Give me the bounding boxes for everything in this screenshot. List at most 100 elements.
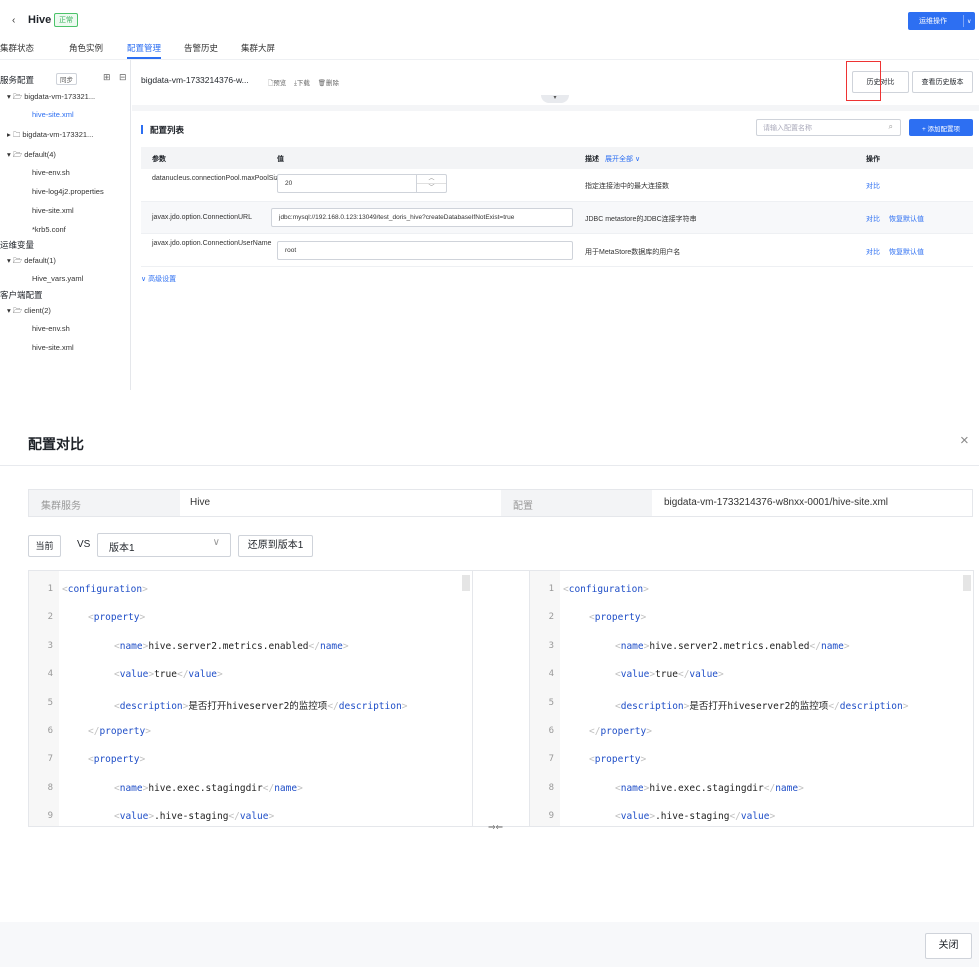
ops-button-label[interactable]: 运维操作 (908, 16, 963, 26)
tab-cluster-dashboard[interactable]: 集群大屏 (241, 42, 275, 54)
collapse-toggle-icon[interactable]: ▾ (541, 95, 569, 103)
code-line: 3 <name>hive.server2.metrics.enabled</nam… (29, 632, 472, 660)
line-number: 1 (548, 584, 554, 594)
sync-button[interactable]: 同步 (56, 73, 77, 85)
add-config-item-button[interactable]: + 添加配置项 (909, 119, 973, 136)
delete-link[interactable]: 🗑删除 (318, 80, 339, 87)
tree-file-log4j2[interactable]: hive-log4j2.properties (32, 187, 104, 196)
tree-file-hive-vars[interactable]: Hive_vars.yaml (32, 274, 83, 283)
expand-all-link[interactable]: 展开全部 ∨ (605, 156, 640, 163)
section-separator (132, 105, 979, 111)
annotation-highlight-box (846, 61, 881, 101)
tree-file-client-hive-site[interactable]: hive-site.xml (32, 343, 74, 352)
cluster-service-label: 集群服务 (29, 490, 180, 516)
tab-alert-history[interactable]: 告警历史 (184, 42, 218, 54)
config-search-input[interactable]: 请输入配置名称 ⌕ (756, 119, 901, 136)
code-text: <name>hive.server2.metrics.enabled</name… (114, 640, 349, 652)
code-line: 4 <value>true</value> (29, 660, 472, 688)
column-header-desc: 描述 展开全部 ∨ (585, 154, 640, 164)
stepper-down-icon[interactable]: ﹀ (417, 184, 446, 193)
tree-file-hive-site[interactable]: hive-site.xml (32, 206, 74, 215)
tree-file-hive-env[interactable]: hive-env.sh (32, 168, 70, 177)
line-number: 4 (47, 669, 53, 680)
param-description: 指定连接池中的最大连接数 (585, 183, 669, 190)
line-number: 1 (47, 584, 53, 594)
code-text: <name>hive.exec.stagingdir</name> (114, 782, 303, 794)
value-text: jdbc:mysql://192.168.0.123:13049/test_do… (279, 214, 515, 221)
code-line: 7 <property> (530, 745, 973, 773)
tab-config-management[interactable]: 配置管理 (127, 42, 161, 54)
code-text: <name>hive.exec.stagingdir</name> (615, 782, 804, 794)
close-button[interactable]: 关闭 (925, 933, 972, 959)
line-number: 2 (47, 612, 53, 623)
close-icon[interactable]: × (960, 432, 969, 449)
code-text: <name>hive.server2.metrics.enabled</name… (615, 640, 850, 652)
diff-pane-version[interactable]: 1 <configuration> 2 <property> 3 <name>hive.s… (529, 570, 974, 827)
chevron-down-icon[interactable]: ∨ (213, 537, 220, 548)
code-line: 6 </property> (29, 717, 472, 745)
line-number: 5 (548, 697, 554, 708)
compare-link[interactable]: 对比 (866, 247, 880, 257)
tree-node-client[interactable]: ▾ 🗁 client(2) (7, 305, 51, 318)
line-number: 9 (47, 811, 53, 822)
tree-file-hive-site-selected[interactable]: hive-site.xml (32, 110, 74, 119)
code-text: <description>是否打开hiveserver2的监控项</descri… (114, 700, 408, 712)
merge-arrows-icon[interactable]: ⇒⇐ (488, 822, 503, 833)
restore-version-button[interactable]: 还原到版本1 (238, 535, 313, 557)
param-name: javax.jdo.option.ConnectionURL (152, 214, 253, 221)
code-line: 6 </property> (530, 717, 973, 745)
tree-node-ops-default[interactable]: ▾ 🗁 default(1) (7, 255, 56, 268)
modal-title: 配置对比 (28, 436, 84, 452)
restore-default-link[interactable]: 恢复默认值 (889, 247, 924, 257)
config-value: bigdata-vm-1733214376-w8nxx-0001/hive-si… (664, 497, 889, 508)
table-row: javax.jdo.option.ConnectionUserName root… (141, 234, 973, 267)
quantity-stepper[interactable]: ︿ ﹀ (416, 175, 446, 192)
param-name: datanucleus.connectionPool.maxPoolSize (152, 175, 283, 182)
value-input[interactable]: jdbc:mysql://192.168.0.123:13049/test_do… (271, 208, 573, 227)
desc-label: 描述 (585, 156, 599, 163)
preview-link[interactable]: 🗋预览 (268, 80, 286, 87)
code-line: 9 <value>.hive-staging</value> (530, 802, 973, 826)
code-line: 1 <configuration> (29, 575, 472, 603)
param-description: JDBC metastore的JDBC连接字符串 (585, 216, 697, 223)
tree-node-host-1[interactable]: ▾ 🗁 bigdata-vm-173321... (7, 91, 95, 104)
ops-dropdown-button[interactable]: 运维操作 ∨ (908, 12, 975, 30)
view-history-button[interactable]: 查看历史版本 (912, 71, 973, 93)
code-line: 3 <name>hive.server2.metrics.enabled</nam… (530, 632, 973, 660)
value-input[interactable]: root (277, 241, 573, 260)
tree-node-host-2[interactable]: ▸ 🗀 bigdata-vm-173321... (7, 129, 93, 142)
status-badge: 正常 (54, 13, 78, 27)
download-link[interactable]: ⤓下载 (294, 80, 310, 87)
modal-header-divider (0, 465, 979, 466)
code-text: </property> (88, 726, 151, 737)
column-header-param: 参数 (152, 156, 166, 163)
value-stepper-input[interactable]: 20 ︿ ﹀ (277, 174, 447, 193)
tab-cluster-status[interactable]: 集群状态 (0, 42, 34, 54)
tree-file-client-hive-env[interactable]: hive-env.sh (32, 324, 70, 333)
code-text: <property> (589, 754, 647, 766)
back-icon[interactable]: ‹ (12, 15, 15, 26)
code-text: <configuration> (62, 584, 148, 595)
line-number: 6 (548, 726, 554, 736)
compare-link[interactable]: 对比 (866, 181, 880, 191)
chevron-down-icon[interactable]: ∨ (964, 18, 971, 25)
tab-role-instances[interactable]: 角色实例 (69, 42, 103, 54)
table-row: datanucleus.connectionPool.maxPoolSize 2… (141, 169, 973, 202)
code-line: 1 <configuration> (530, 575, 973, 603)
advanced-settings-toggle[interactable]: ∨ 高级设置 (141, 274, 176, 284)
code-text: <value>true</value> (615, 669, 724, 681)
expand-collapse-all-icon[interactable]: ⊞ ⊟ (103, 72, 130, 83)
code-text: <property> (589, 612, 647, 624)
param-description: 用于MetaStore数据库的用户名 (585, 249, 681, 256)
version-select[interactable]: 版本1 ∨ (97, 533, 231, 557)
tree-file-krb5[interactable]: *krb5.conf (32, 225, 66, 234)
restore-default-link[interactable]: 恢复默认值 (889, 214, 924, 224)
column-header-action: 操作 (866, 156, 880, 163)
diff-pane-current[interactable]: 1 <configuration> 2 <property> 3 <name>hive.s… (28, 570, 473, 827)
tree-node-default[interactable]: ▾ 🗁 default(4) (7, 149, 56, 162)
search-icon[interactable]: ⌕ (889, 122, 893, 132)
compare-link[interactable]: 对比 (866, 214, 880, 224)
config-list-title: 配置列表 (150, 125, 185, 135)
code-text: <description>是否打开hiveserver2的监控项</descri… (615, 700, 909, 712)
stepper-up-icon[interactable]: ︿ (417, 175, 446, 184)
